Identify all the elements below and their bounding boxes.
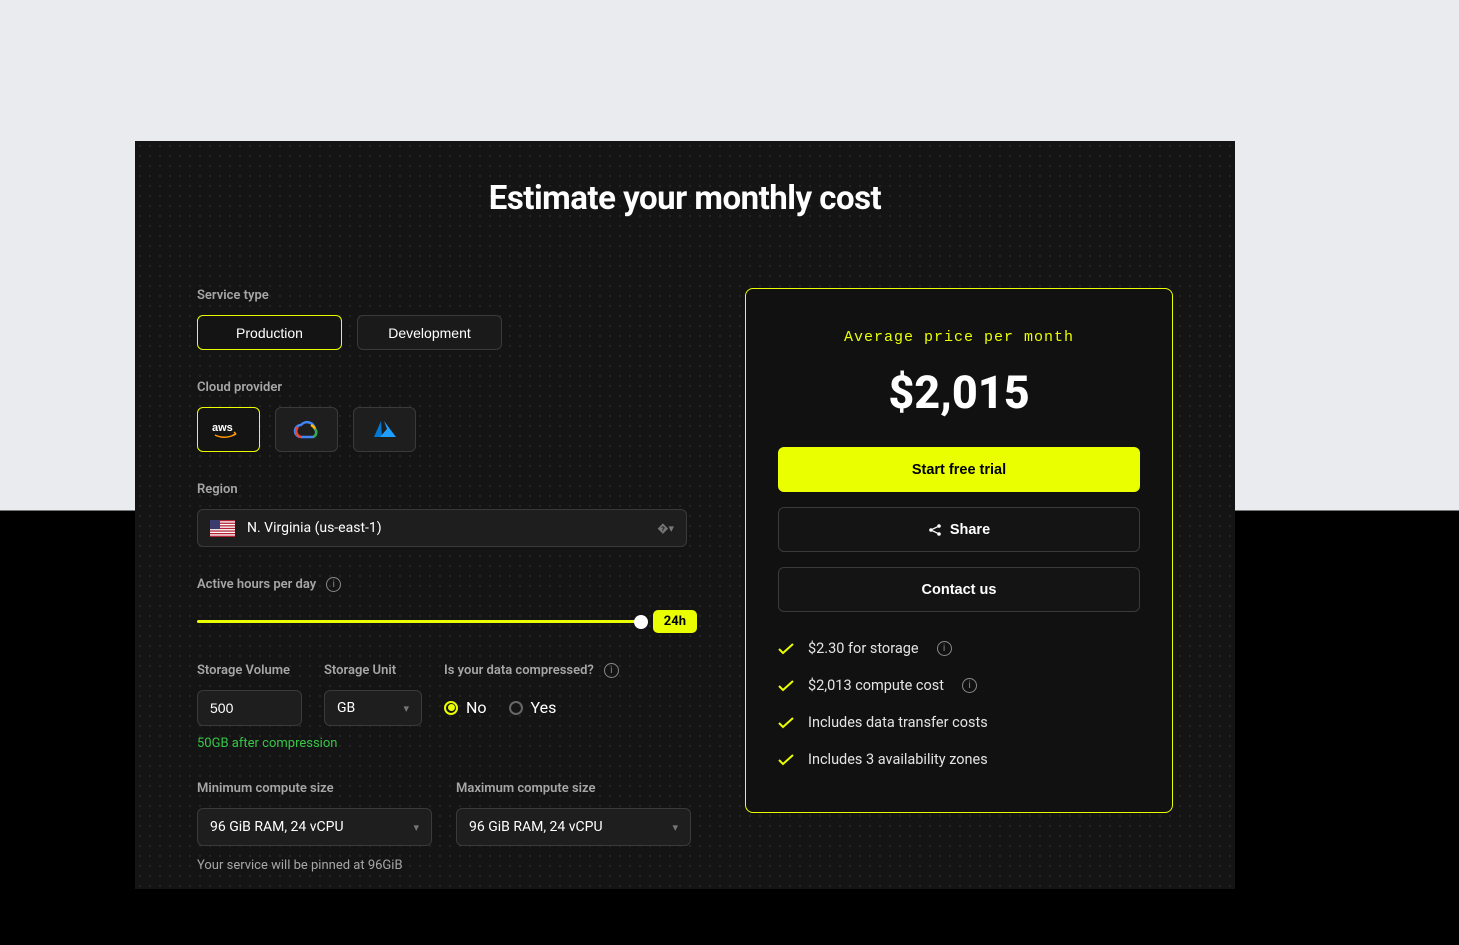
feature-transfer: Includes data transfer costs [778,704,1140,741]
check-icon [778,754,794,766]
cloud-provider-aws-button[interactable]: aws [197,407,260,452]
price-summary-panel: Average price per month $2,015 Start fre… [745,288,1173,813]
storage-volume-label: Storage Volume [197,663,302,678]
storage-unit-select[interactable]: GB ▾ [324,690,422,726]
info-icon[interactable]: i [937,641,952,656]
start-free-trial-button[interactable]: Start free trial [778,447,1140,492]
cloud-provider-label: Cloud provider [197,380,697,395]
chevron-down-icon: ▾ [672,821,678,834]
radio-label: Yes [531,698,557,717]
chevron-down-icon: �▾ [657,522,674,535]
max-compute-select[interactable]: 96 GiB RAM, 24 vCPU ▾ [456,808,691,846]
chevron-down-icon: ▾ [413,821,419,834]
contact-us-button[interactable]: Contact us [778,567,1140,612]
min-compute-value: 96 GiB RAM, 24 vCPU [210,819,413,835]
active-hours-value: 24h [653,610,697,633]
check-icon [778,717,794,729]
chevron-down-icon: ▾ [403,702,409,715]
feature-storage: $2.30 for storage i [778,630,1140,667]
radio-label: No [466,698,487,717]
region-value: N. Virginia (us-east-1) [247,520,657,536]
info-icon[interactable]: i [326,577,341,592]
storage-volume-input[interactable] [197,690,302,726]
region-select[interactable]: N. Virginia (us-east-1) �▾ [197,509,687,547]
summary-price: $2,015 [778,366,1140,419]
us-flag-icon [210,520,235,537]
aws-icon: aws [212,420,246,440]
min-compute-label: Minimum compute size [197,781,438,796]
compression-hint: 50GB after compression [197,736,697,751]
service-type-label: Service type [197,288,697,303]
feature-zones: Includes 3 availability zones [778,741,1140,778]
gcp-icon [293,419,321,441]
svg-text:aws: aws [212,422,233,434]
cloud-provider-azure-button[interactable] [353,407,416,452]
azure-icon [372,419,398,441]
check-icon [778,680,794,692]
service-type-development-button[interactable]: Development [357,315,502,350]
info-icon[interactable]: i [604,663,619,678]
slider-thumb[interactable] [634,615,648,629]
pricing-calculator-card: Estimate your monthly cost Service type … [135,141,1235,889]
active-hours-label: Active hours per day [197,577,316,592]
config-panel: Service type Production Development Clou… [197,288,697,873]
active-hours-slider[interactable] [197,620,641,623]
min-compute-select[interactable]: 96 GiB RAM, 24 vCPU ▾ [197,808,432,846]
compressed-no-radio[interactable]: No [444,698,487,717]
storage-unit-value: GB [337,700,403,716]
region-label: Region [197,482,697,497]
check-icon [778,643,794,655]
cloud-provider-gcp-button[interactable] [275,407,338,452]
info-icon[interactable]: i [962,678,977,693]
compressed-label: Is your data compressed? [444,663,594,678]
compressed-yes-radio[interactable]: Yes [509,698,557,717]
max-compute-value: 96 GiB RAM, 24 vCPU [469,819,672,835]
max-compute-label: Maximum compute size [456,781,697,796]
page-title: Estimate your monthly cost [197,179,1173,218]
feature-compute: $2,013 compute cost i [778,667,1140,704]
pinned-hint: Your service will be pinned at 96GiB [197,858,697,873]
storage-unit-label: Storage Unit [324,663,422,678]
summary-label: Average price per month [778,329,1140,346]
share-button[interactable]: Share [778,507,1140,552]
share-label: Share [950,522,990,538]
service-type-production-button[interactable]: Production [197,315,342,350]
share-icon [928,523,942,537]
